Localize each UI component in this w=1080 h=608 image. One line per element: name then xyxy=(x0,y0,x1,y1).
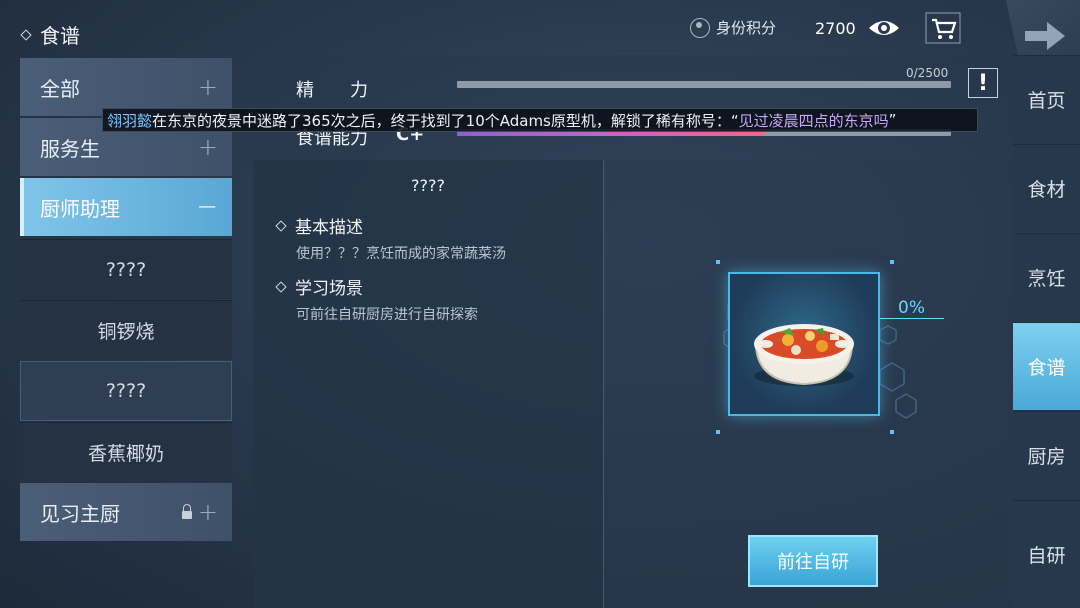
lock-icon xyxy=(181,504,192,519)
achievement-banner: 翎羽懿 在东京的夜景中迷路了365次之后，终于找到了10个Adams原型机，解锁… xyxy=(102,108,978,132)
category-label: 见习主厨 xyxy=(40,501,120,526)
recipe-item-label: 铜锣烧 xyxy=(97,321,155,343)
nav-ingredients[interactable]: 食材 xyxy=(1013,144,1080,232)
energy-bar xyxy=(457,81,951,88)
recipe-item-banana-coconut[interactable]: 香蕉椰奶 xyxy=(20,422,232,482)
user-icon xyxy=(690,17,710,38)
category-label: 服务生 xyxy=(40,136,100,161)
eye-icon xyxy=(869,21,899,35)
nav-cooking[interactable]: 烹饪 xyxy=(1013,233,1080,321)
page-title: 食谱 xyxy=(20,20,80,49)
dish-name: ???? xyxy=(411,176,445,195)
plus-icon: + xyxy=(197,73,218,101)
energy-value: 0/2500 xyxy=(906,66,949,80)
nav-label: 食谱 xyxy=(1027,357,1066,379)
score-label: 身份积分 xyxy=(716,19,777,37)
scene-text: 可前往自研厨房进行自研探索 xyxy=(296,307,478,323)
nav-recipes[interactable]: 食谱 xyxy=(1013,322,1080,410)
scene-heading: 学习场景 xyxy=(275,274,363,299)
nav-label: 食材 xyxy=(1027,179,1066,201)
score-value: 2700 xyxy=(815,19,856,38)
diamond-icon xyxy=(275,219,287,232)
exclamation-icon: ! xyxy=(977,70,989,96)
cart-icon xyxy=(925,12,961,44)
banner-message: 在东京的夜景中迷路了365次之后，终于找到了10个Adams原型机，解锁了稀有称… xyxy=(152,111,739,130)
go-research-label: 前往自研 xyxy=(777,552,849,573)
energy-label: 精 力 xyxy=(296,80,368,101)
stew-pot-image xyxy=(754,324,854,386)
banner-title: 见过凌晨四点的东京吗 xyxy=(738,111,889,130)
recipe-item-dorayaki[interactable]: 铜锣烧 xyxy=(20,300,232,360)
description-heading-text: 基本描述 xyxy=(295,218,363,238)
nav-kitchen[interactable]: 厨房 xyxy=(1013,411,1080,499)
plus-icon: + xyxy=(197,133,218,161)
progress-leader-line xyxy=(880,318,944,319)
research-progress: 0% xyxy=(898,298,925,318)
recipe-item-label: ???? xyxy=(105,380,147,402)
banner-player: 翎羽懿 xyxy=(107,111,153,130)
dish-frame xyxy=(728,272,880,416)
minus-icon: − xyxy=(196,192,218,222)
diamond-icon xyxy=(275,280,287,293)
category-label: 厨师助理 xyxy=(40,196,120,221)
go-research-button[interactable]: 前往自研 xyxy=(748,535,878,587)
page-title-text: 食谱 xyxy=(40,24,80,48)
plus-icon: + xyxy=(197,498,218,526)
nav-home[interactable]: 首页 xyxy=(1013,55,1080,143)
shop-cart-button[interactable] xyxy=(925,12,961,44)
nav-label: 烹饪 xyxy=(1027,268,1066,290)
category-apprentice-chef[interactable]: 见习主厨 + xyxy=(20,483,232,541)
category-chef-assistant[interactable]: 厨师助理 − xyxy=(20,178,232,236)
description-heading: 基本描述 xyxy=(275,213,363,238)
recipe-item-label: ???? xyxy=(105,258,147,281)
banner-suffix: ” xyxy=(888,111,897,129)
info-button[interactable]: ! xyxy=(968,68,998,98)
category-label: 全部 xyxy=(40,76,80,101)
nav-self-research[interactable]: 自研 xyxy=(1013,500,1080,608)
identity-score: 身份积分 xyxy=(690,17,776,38)
arrow-right-icon xyxy=(1025,22,1065,50)
description-text: 使用？？？烹饪而成的家常蔬菜汤 xyxy=(296,246,506,262)
recipe-item-unknown-2-selected[interactable]: ???? xyxy=(20,361,232,421)
scene-heading-text: 学习场景 xyxy=(295,279,363,299)
recipe-item-unknown-1[interactable]: ???? xyxy=(20,239,232,299)
recipe-item-label: 香蕉椰奶 xyxy=(87,443,164,465)
nav-label: 厨房 xyxy=(1027,446,1066,468)
eye-button[interactable] xyxy=(866,12,902,44)
nav-label: 自研 xyxy=(1027,545,1066,567)
nav-label: 首页 xyxy=(1027,90,1066,112)
diamond-icon xyxy=(20,28,32,41)
